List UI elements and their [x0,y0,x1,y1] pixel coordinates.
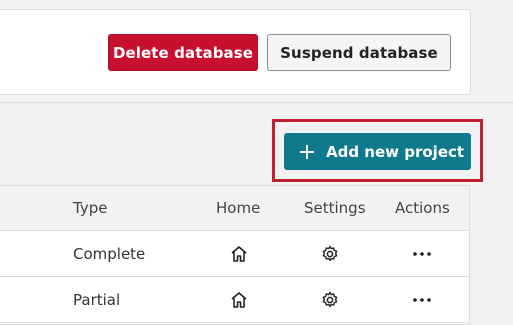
table-header: Type Home Settings Actions [0,186,469,231]
add-new-project-button[interactable]: Add new project [284,133,471,170]
row-type: Complete [73,244,146,263]
plus-icon [300,144,314,159]
row-type: Partial [73,290,121,309]
add-new-project-label: Add new project [326,142,465,161]
home-icon[interactable] [228,277,250,322]
suspend-database-button[interactable]: Suspend database [267,34,451,71]
more-icon[interactable] [411,277,433,322]
column-header-type: Type [73,199,108,217]
more-icon[interactable] [411,231,433,276]
gear-icon[interactable] [319,231,341,276]
column-header-home: Home [216,199,261,217]
delete-database-button[interactable]: Delete database [108,34,258,71]
gear-icon[interactable] [319,277,341,322]
table-row: Partial [0,277,469,323]
table-row: Complete [0,231,469,277]
projects-table: Type Home Settings Actions Complete Part… [0,185,470,325]
home-icon[interactable] [228,231,250,276]
section-divider [0,102,513,103]
column-header-settings: Settings [304,199,366,217]
column-header-actions: Actions [395,199,450,217]
